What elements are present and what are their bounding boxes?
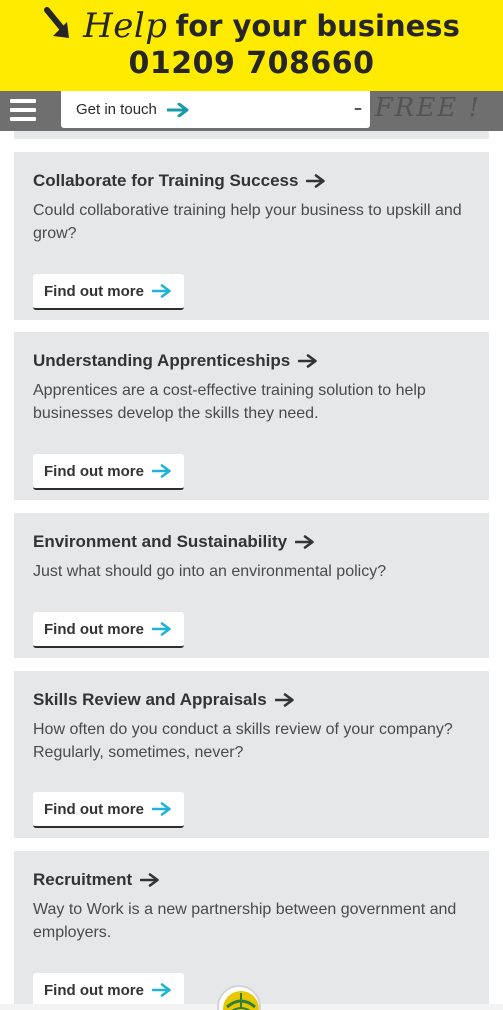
find-out-more-button[interactable]: Find out more: [33, 274, 184, 310]
arrow-right-icon: [306, 174, 326, 188]
arrow-right-icon: [152, 983, 171, 997]
find-out-more-button[interactable]: Find out more: [33, 792, 184, 828]
info-card: Environment and Sustainability Just what…: [14, 513, 489, 658]
get-in-touch-label: Get in touch: [76, 101, 157, 118]
card-title: Skills Review and Appraisals: [33, 690, 267, 709]
arrow-right-icon: [152, 622, 171, 636]
card-description: Apprentices are a cost-effective trainin…: [33, 382, 426, 422]
info-card: Collaborate for Training Success Could c…: [14, 152, 489, 320]
arrow-right-icon: [295, 535, 314, 549]
card-title: Environment and Sustainability: [33, 532, 288, 551]
card-title-link[interactable]: Understanding Apprenticeships: [33, 351, 318, 371]
arrow-right-icon: [152, 802, 171, 816]
arrow-right-icon: [274, 693, 294, 707]
card-title: Understanding Apprenticeships: [33, 351, 291, 370]
arrow-right-icon: [152, 284, 171, 298]
previous-card-edge: [14, 131, 489, 139]
info-card: Recruitment Way to Work is a new partner…: [14, 851, 489, 1010]
arrow-right-icon: [140, 873, 159, 887]
find-out-more-button[interactable]: Find out more: [33, 612, 184, 648]
banner-headline: Help for your business: [0, 6, 503, 46]
card-title: Collaborate for Training Success: [33, 171, 299, 190]
arrow-right-icon: [298, 354, 318, 368]
card-description: Could collaborative training help your b…: [33, 202, 462, 242]
card-description: How often do you conduct a skills review…: [33, 721, 453, 761]
top-nav-bar: Get in touch - FREE !: [0, 91, 503, 131]
info-card: Skills Review and Appraisals How often d…: [14, 671, 489, 838]
hamburger-menu-icon[interactable]: [10, 99, 36, 123]
info-card: Understanding Apprenticeships Apprentice…: [14, 332, 489, 500]
hand-drawn-arrow-icon: [44, 7, 70, 38]
card-title-link[interactable]: Environment and Sustainability: [33, 532, 315, 552]
card-description: Just what should go into an environmenta…: [33, 563, 387, 580]
find-out-more-label: Find out more: [44, 282, 144, 300]
find-out-more-label: Find out more: [44, 462, 144, 480]
free-label: - FREE !: [353, 93, 481, 123]
find-out-more-label: Find out more: [44, 981, 144, 999]
banner-tagline: for your business: [175, 9, 460, 43]
card-title: Recruitment: [33, 870, 133, 889]
arrow-right-icon: [152, 464, 171, 478]
banner-phone-number[interactable]: 01209 708660: [0, 46, 503, 81]
card-title-link[interactable]: Recruitment: [33, 870, 160, 890]
get-in-touch-button[interactable]: Get in touch: [61, 91, 370, 128]
help-banner[interactable]: Help for your business 01209 708660: [0, 0, 503, 91]
card-title-link[interactable]: Skills Review and Appraisals: [33, 690, 295, 710]
find-out-more-label: Find out more: [44, 620, 144, 638]
find-out-more-label: Find out more: [44, 800, 144, 818]
card-description: Way to Work is a new partnership between…: [33, 901, 457, 941]
banner-help-word: Help: [83, 6, 168, 46]
card-title-link[interactable]: Collaborate for Training Success: [33, 171, 326, 191]
arrow-right-icon: [166, 102, 189, 117]
find-out-more-button[interactable]: Find out more: [33, 454, 184, 490]
